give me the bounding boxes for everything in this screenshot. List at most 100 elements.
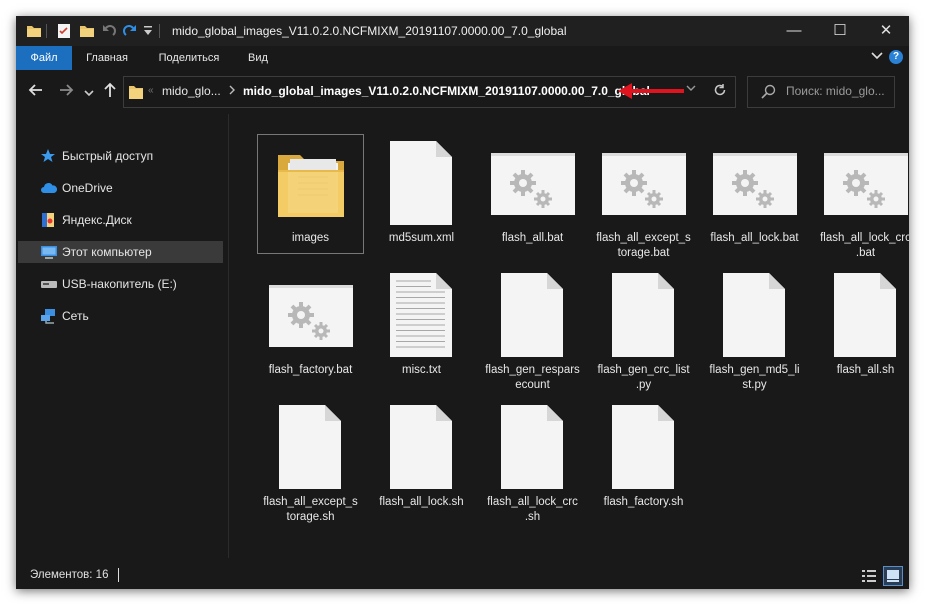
- qat-divider: [46, 24, 47, 38]
- tab-home[interactable]: Главная: [76, 46, 138, 70]
- details-view-button[interactable]: [861, 568, 877, 587]
- batch-file-icon: [713, 141, 818, 225]
- file-item[interactable]: flash_all_lock_crc .sh: [480, 399, 585, 523]
- file-item[interactable]: flash_all_lock.sh: [369, 399, 474, 517]
- file-tile: flash_all_lock.bat: [702, 135, 807, 253]
- file-name: md5sum.xml: [388, 232, 455, 244]
- status-divider: [118, 568, 119, 582]
- batch-file-icon: [491, 141, 596, 225]
- file-icon: [369, 141, 474, 225]
- explorer-window: mido_global_images_V11.0.2.0.NCFMIXM_201…: [16, 16, 909, 589]
- sidebar-item-label: Сеть: [62, 309, 89, 323]
- file-item[interactable]: flash_all.bat: [480, 135, 585, 253]
- file-icon: [258, 405, 363, 489]
- file-tile: flash_gen_respars ecount: [480, 267, 585, 391]
- tab-file[interactable]: Файл: [16, 46, 72, 70]
- file-tile: flash_all.bat: [480, 135, 585, 253]
- sidebar-item-quick-access[interactable]: Быстрый доступ: [18, 145, 223, 167]
- computer-icon: [40, 244, 58, 263]
- file-name: flash_all_lock.sh: [379, 496, 464, 508]
- file-name: flash_all_lock_crc .sh: [487, 496, 578, 523]
- tab-share[interactable]: Поделиться: [144, 46, 234, 70]
- search-input[interactable]: [786, 84, 890, 98]
- minimize-button[interactable]: —: [771, 16, 817, 46]
- sidebar-item-usb[interactable]: USB-накопитель (E:): [18, 273, 223, 295]
- file-item[interactable]: md5sum.xml: [369, 135, 474, 253]
- file-name: images: [291, 232, 330, 244]
- ribbon-expand-icon[interactable]: [871, 50, 883, 64]
- new-folder-icon[interactable]: [79, 23, 95, 42]
- sidebar-item-this-pc[interactable]: Этот компьютер: [18, 241, 223, 263]
- file-item[interactable]: flash_gen_md5_li st.py: [702, 267, 807, 391]
- navigation-bar: « mido_glo... mido_global_images_V11.0.2…: [16, 70, 909, 114]
- maximize-button[interactable]: ☐: [817, 16, 863, 46]
- file-name: flash_all.sh: [836, 364, 895, 376]
- refresh-icon[interactable]: [712, 82, 728, 101]
- file-tile: flash_factory.bat: [258, 267, 363, 385]
- file-tile: flash_all.sh: [813, 267, 909, 385]
- status-bar: Элементов: 16: [16, 563, 909, 589]
- forward-button[interactable]: [58, 82, 74, 102]
- file-item[interactable]: flash_all_except_s torage.bat: [591, 135, 696, 259]
- properties-icon[interactable]: [56, 23, 72, 42]
- file-list: images md5sum.xml flash_all.bat flash_all_e…: [230, 114, 909, 558]
- network-icon: [40, 308, 58, 327]
- cloud-icon: [40, 180, 58, 199]
- file-tile: flash_gen_md5_li st.py: [702, 267, 807, 391]
- help-button[interactable]: ?: [889, 50, 903, 64]
- file-item[interactable]: flash_factory.sh: [591, 399, 696, 517]
- sidebar-item-onedrive[interactable]: OneDrive: [18, 177, 223, 199]
- window-title: mido_global_images_V11.0.2.0.NCFMIXM_201…: [172, 24, 567, 38]
- file-item[interactable]: flash_factory.bat: [258, 267, 363, 385]
- file-name: flash_all_except_s torage.sh: [263, 496, 358, 523]
- tab-view[interactable]: Вид: [238, 46, 278, 70]
- file-icon: [702, 273, 807, 357]
- address-overflow[interactable]: «: [148, 85, 154, 96]
- up-button[interactable]: [102, 82, 118, 102]
- file-name: flash_gen_md5_li st.py: [709, 364, 800, 391]
- large-icons-view-button[interactable]: [883, 566, 903, 586]
- back-button[interactable]: [28, 82, 44, 102]
- file-item[interactable]: misc.txt: [369, 267, 474, 385]
- redo-icon[interactable]: [122, 23, 138, 42]
- sidebar-item-label: Яндекс.Диск: [62, 213, 132, 227]
- folder-icon: [26, 23, 42, 42]
- file-item[interactable]: flash_gen_crc_list .py: [591, 267, 696, 391]
- close-button[interactable]: ✕: [863, 16, 909, 46]
- breadcrumb-separator-icon[interactable]: [228, 84, 236, 99]
- sidebar-item-yandex-disk[interactable]: Яндекс.Диск: [18, 209, 223, 231]
- file-item[interactable]: flash_gen_respars ecount: [480, 267, 585, 391]
- file-item[interactable]: flash_all_lock_crc .bat: [813, 135, 909, 259]
- file-tile: images: [257, 134, 364, 254]
- customize-qat-icon[interactable]: [143, 25, 153, 40]
- recent-locations-icon[interactable]: [84, 86, 94, 102]
- sidebar-item-network[interactable]: Сеть: [18, 305, 223, 327]
- file-tile: flash_factory.sh: [591, 399, 696, 517]
- file-tile: flash_all_lock.sh: [369, 399, 474, 517]
- usb-drive-icon: [40, 276, 58, 295]
- address-dropdown-icon[interactable]: [686, 85, 696, 96]
- file-tile: md5sum.xml: [369, 135, 474, 253]
- file-item[interactable]: flash_all_except_s torage.sh: [258, 399, 363, 523]
- file-icon: [480, 405, 585, 489]
- sidebar-item-label: Быстрый доступ: [62, 149, 154, 163]
- file-item[interactable]: flash_all.sh: [813, 267, 909, 385]
- file-name: flash_all_lock.bat: [710, 232, 799, 244]
- file-item[interactable]: flash_all_lock.bat: [702, 135, 807, 253]
- breadcrumb-parent[interactable]: mido_glo...: [162, 84, 221, 98]
- title-divider: [159, 24, 160, 38]
- breadcrumb-current[interactable]: mido_global_images_V11.0.2.0.NCFMIXM_201…: [243, 84, 650, 98]
- address-bar[interactable]: « mido_glo... mido_global_images_V11.0.2…: [123, 76, 736, 108]
- file-icon: [813, 273, 909, 357]
- undo-icon[interactable]: [101, 23, 117, 42]
- file-name: misc.txt: [402, 364, 441, 376]
- file-tile: flash_all_lock_crc .bat: [813, 135, 909, 259]
- file-tile: misc.txt: [369, 267, 474, 385]
- folder-thumbnail-icon: [258, 141, 363, 225]
- item-count: Элементов: 16: [30, 569, 109, 581]
- navigation-pane: Быстрый доступ OneDrive Яндекс.Диск Этот…: [16, 114, 229, 558]
- search-box[interactable]: [747, 76, 895, 108]
- file-tile: flash_all_except_s torage.sh: [258, 399, 363, 523]
- batch-file-icon: [824, 141, 909, 225]
- file-item[interactable]: images: [257, 134, 364, 254]
